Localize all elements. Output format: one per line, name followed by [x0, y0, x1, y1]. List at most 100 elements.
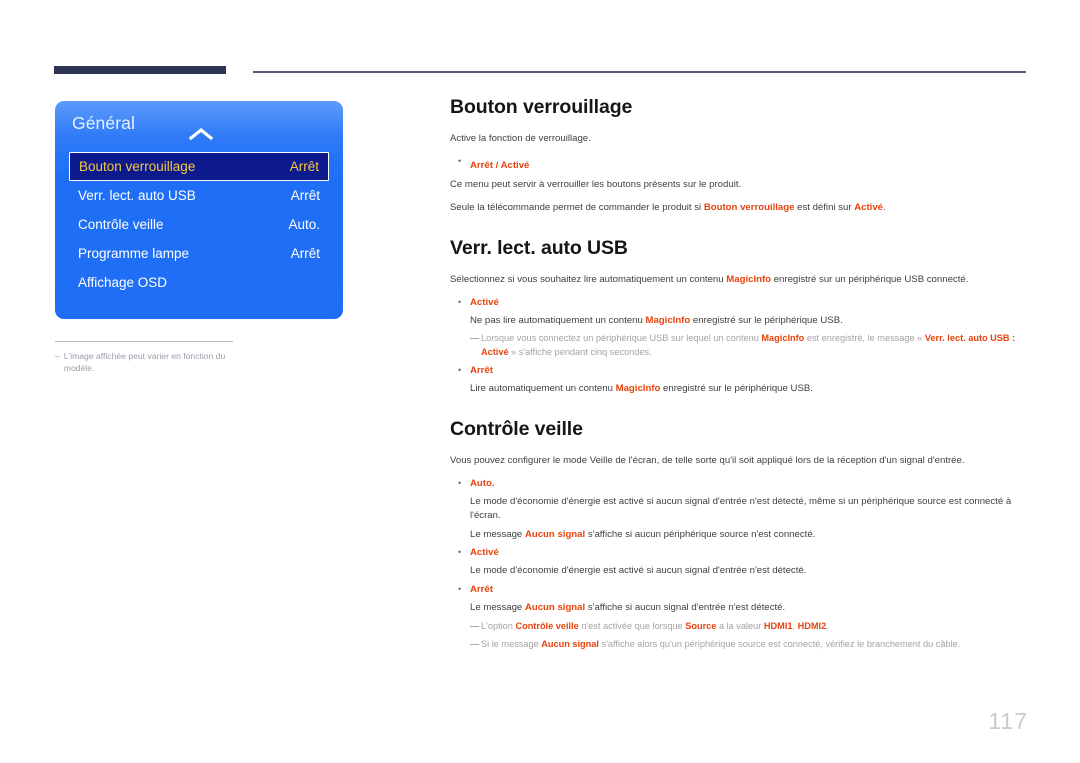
bullet-sub: Le mode d'économie d'énergie est activé …	[470, 565, 807, 577]
osd-item-programme-lampe[interactable]: Programme lampe Arrêt	[69, 239, 329, 268]
bullet-head: Arrêt / Activé	[470, 159, 530, 171]
section-intro: Sélectionnez si vous souhaitez lire auto…	[450, 273, 1028, 287]
bullet-body: Activé Le mode d'économie d'énergie est …	[470, 546, 1028, 578]
bullet-item: • Arrêt Le message Aucun signal s'affich…	[450, 583, 1028, 615]
text-frag: Ne pas lire automatiquement un contenu	[470, 314, 646, 326]
emphasis-aucun-signal: Aucun signal	[524, 602, 586, 614]
left-footnote-rule	[55, 341, 233, 342]
note-text: Si le message Aucun signal s'affiche alo…	[481, 638, 1028, 651]
bullet-body: Arrêt Le message Aucun signal s'affiche …	[470, 583, 1028, 615]
text-frag: .	[826, 621, 829, 632]
text-frag: Seule la télécommande permet de commande…	[450, 201, 704, 213]
emphasis-bouton-verrouillage: Bouton verrouillage	[703, 201, 795, 213]
bullet-body: Auto. Le mode d'économie d'énergie est a…	[470, 477, 1028, 542]
bullet-dot-icon: •	[458, 547, 462, 558]
bullet-head: Auto.	[470, 477, 495, 489]
bullet-sub: Le message Aucun signal s'affiche si auc…	[470, 601, 1028, 615]
emphasis-source: Source	[685, 621, 717, 632]
bullet-dot-icon: •	[458, 155, 462, 166]
bullet-head: Activé	[470, 296, 499, 308]
footnote-text: L'image affichée peut varier en fonction…	[63, 351, 226, 373]
bullet-head: Arrêt	[470, 584, 493, 596]
text-frag: enregistré sur un périphérique USB conne…	[771, 273, 969, 285]
footnote-dash: –	[55, 351, 60, 361]
page-number: 117	[988, 708, 1028, 734]
osd-item-label: Bouton verrouillage	[79, 159, 196, 174]
osd-item-controle-veille[interactable]: Contrôle veille Auto.	[69, 210, 329, 239]
osd-item-verr-lect-auto-usb[interactable]: Verr. lect. auto USB Arrêt	[69, 181, 329, 210]
bullet-dot-icon: •	[458, 365, 462, 376]
bullet-item: • Activé Ne pas lire automatiquement un …	[450, 296, 1028, 328]
left-footnote-line: – L'image affichée peut varier en foncti…	[55, 351, 233, 374]
emphasis-magicinfo: MagicInfo	[761, 333, 805, 344]
text-frag: n'est activée que lorsque	[578, 621, 686, 632]
text-frag: Lire automatiquement un contenu	[470, 383, 616, 395]
osd-title-row: Général	[55, 101, 343, 152]
section-title: Bouton verrouillage	[450, 96, 633, 118]
text-frag: Sélectionnez si vous souhaitez lire auto…	[450, 273, 727, 285]
bullet-dot-icon: •	[458, 584, 462, 595]
text-frag: Le message	[470, 602, 525, 614]
osd-panel-title: Général	[72, 113, 135, 133]
text-frag: .	[883, 201, 886, 213]
note-dash-icon: —	[470, 639, 479, 650]
note-line: — Si le message Aucun signal s'affiche a…	[470, 638, 1028, 651]
bullet-dot-icon: •	[458, 477, 462, 488]
section-intro: Vous pouvez configurer le mode Veille de…	[450, 454, 965, 466]
content-column: Bouton verrouillage Active la fonction d…	[450, 96, 1028, 674]
osd-item-label: Affichage OSD	[78, 275, 168, 290]
osd-item-label: Programme lampe	[78, 246, 190, 261]
emphasis-magicinfo: MagicInfo	[726, 273, 772, 285]
bullet-body: Arrêt / Activé	[470, 155, 1028, 173]
left-column: Général Bouton verrouillage Arrêt Verr. …	[55, 101, 343, 374]
text-frag: L'option	[481, 621, 516, 632]
osd-item-affichage-osd[interactable]: Affichage OSD	[69, 268, 329, 297]
left-footnote: – L'image affichée peut varier en foncti…	[55, 341, 233, 374]
text-frag: a la valeur	[716, 621, 764, 632]
section-line-1: Ce menu peut servir à verrouiller les bo…	[450, 178, 742, 190]
header-rule-thick	[54, 66, 226, 74]
bullet-body: Arrêt Lire automatiquement un contenu Ma…	[470, 364, 1028, 396]
bullet-item: • Arrêt Lire automatiquement un contenu …	[450, 364, 1028, 396]
text-frag: s'affiche alors qu'un périphérique sourc…	[598, 639, 961, 650]
bullet-sub: Lire automatiquement un contenu MagicInf…	[470, 382, 1028, 396]
osd-item-value: Auto.	[288, 217, 320, 232]
text-frag: s'affiche si aucun signal d'entrée n'est…	[585, 602, 786, 614]
text-frag: Si le message	[481, 639, 542, 650]
section-line-2: Seule la télécommande permet de commande…	[450, 201, 1028, 215]
text-frag: Lorsque vous connectez un périphérique U…	[481, 333, 762, 344]
emphasis-aucun-signal: Aucun signal	[524, 528, 586, 540]
bullet-item: • Arrêt / Activé	[450, 155, 1028, 173]
text-frag: est enregistré, le message «	[804, 333, 925, 344]
osd-item-label: Contrôle veille	[78, 217, 164, 232]
emphasis-controle-veille: Contrôle veille	[515, 621, 579, 632]
bullet-sub: Le message Aucun signal s'affiche si auc…	[470, 528, 1028, 542]
emphasis-aucun-signal: Aucun signal	[541, 639, 599, 650]
chevron-up-icon[interactable]	[188, 127, 214, 141]
page-header-rules	[0, 0, 1080, 90]
bullet-sub: Le mode d'économie d'énergie est activé …	[470, 495, 1012, 521]
section-title: Verr. lect. auto USB	[450, 236, 628, 259]
bullet-head: Activé	[470, 547, 499, 559]
note-dash-icon: —	[470, 333, 479, 344]
note-line: — Lorsque vous connectez un périphérique…	[470, 332, 1028, 359]
text-frag: s'affiche si aucun périphérique source n…	[585, 528, 816, 540]
osd-item-label: Verr. lect. auto USB	[78, 188, 196, 203]
note-text: Lorsque vous connectez un périphérique U…	[481, 332, 1028, 359]
osd-item-value: Arrêt	[290, 188, 320, 203]
osd-item-value: Arrêt	[290, 246, 320, 261]
bullet-sub: Ne pas lire automatiquement un contenu M…	[470, 314, 1028, 328]
emphasis-magicinfo: MagicInfo	[615, 383, 661, 395]
header-rule-thin	[253, 71, 1026, 73]
section-title: Contrôle veille	[450, 417, 583, 440]
section-controle-veille: Contrôle veille Vous pouvez configurer l…	[450, 418, 1028, 652]
osd-menu-list: Bouton verrouillage Arrêt Verr. lect. au…	[55, 152, 343, 297]
osd-item-bouton-verrouillage[interactable]: Bouton verrouillage Arrêt	[69, 152, 329, 181]
emphasis-hdmi2: HDMI2	[797, 621, 827, 632]
bullet-body: Activé Ne pas lire automatiquement un co…	[470, 296, 1028, 328]
bullet-dot-icon: •	[458, 296, 462, 307]
text-frag: enregistré sur le périphérique USB.	[690, 314, 843, 326]
text-frag: enregistré sur le périphérique USB.	[660, 383, 813, 395]
section-bouton-verrouillage: Bouton verrouillage Active la fonction d…	[450, 96, 1028, 215]
note-dash-icon: —	[470, 621, 479, 632]
